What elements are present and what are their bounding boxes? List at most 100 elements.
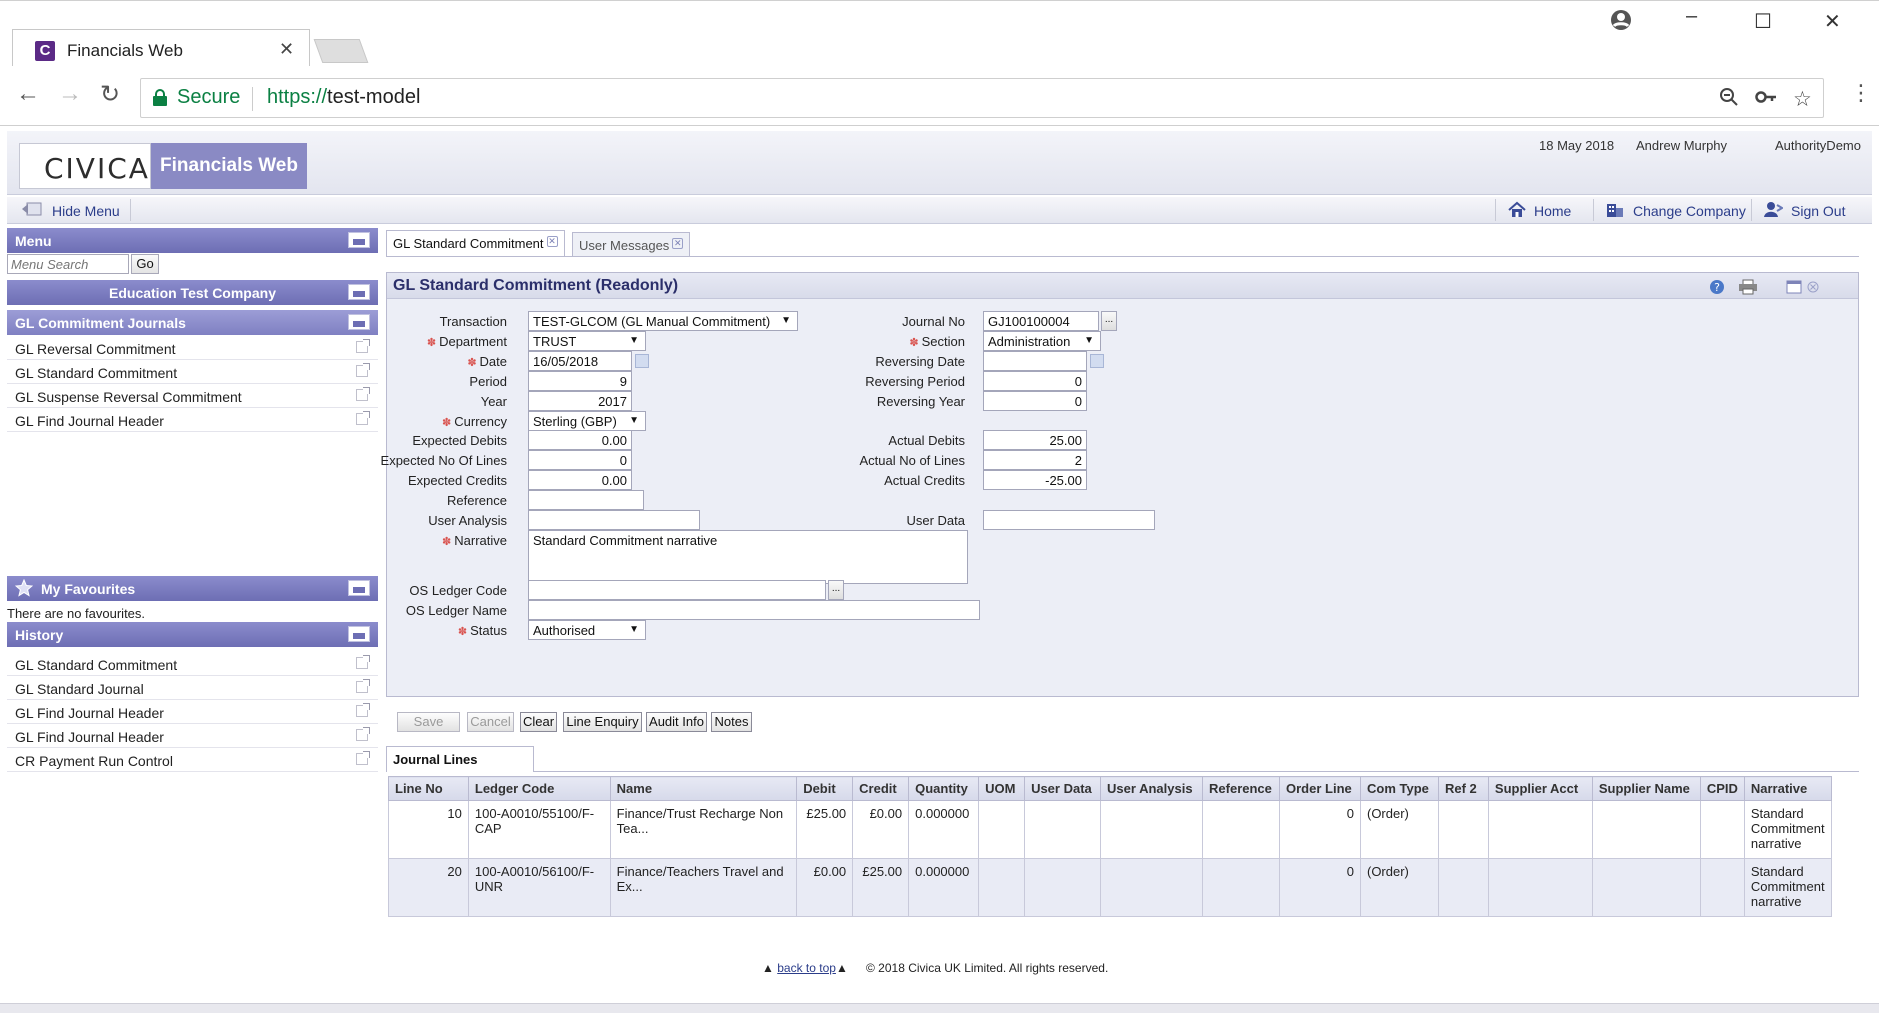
sign-out-link[interactable]: Sign Out	[1791, 203, 1845, 219]
menu-search-input[interactable]	[7, 254, 129, 274]
expected-lines-field[interactable]: 0	[528, 450, 632, 470]
open-new-window-icon[interactable]	[356, 387, 370, 401]
date-field[interactable]: 16/05/2018	[528, 351, 632, 371]
history-toggle-icon[interactable]	[348, 626, 370, 642]
sidebar-item-gl-find-journal-header[interactable]: GL Find Journal Header	[7, 408, 378, 432]
sidebar-item-gl-suspense-reversal-commitment[interactable]: GL Suspense Reversal Commitment	[7, 384, 378, 408]
col-user-data[interactable]: User Data	[1024, 776, 1102, 801]
open-new-window-icon[interactable]	[356, 727, 370, 741]
home-link[interactable]: Home	[1534, 203, 1571, 219]
open-new-window-icon[interactable]	[356, 363, 370, 377]
group-toggle-icon[interactable]	[348, 314, 370, 330]
bookmark-star-icon[interactable]: ☆	[1793, 87, 1812, 112]
col-ref-2[interactable]: Ref 2	[1437, 776, 1489, 801]
col-narrative[interactable]: Narrative	[1743, 776, 1833, 801]
minimize-window-icon[interactable]: –	[1686, 5, 1697, 28]
profile-icon[interactable]	[1610, 9, 1632, 37]
sidebar-item-gl-standard-commitment[interactable]: GL Standard Commitment	[7, 360, 378, 384]
col-ledger-code[interactable]: Ledger Code	[467, 776, 611, 801]
help-icon[interactable]: ?	[1709, 279, 1725, 295]
favourites-toggle-icon[interactable]	[348, 580, 370, 596]
notes-button[interactable]: Notes	[711, 712, 752, 732]
menu-minimize-icon[interactable]	[348, 232, 370, 248]
reference-field[interactable]	[528, 490, 644, 510]
os-ledger-code-field[interactable]	[528, 580, 826, 600]
company-toggle-icon[interactable]	[348, 284, 370, 300]
change-company-link[interactable]: Change Company	[1633, 203, 1746, 219]
close-window-icon[interactable]: ✕	[1824, 9, 1841, 34]
col-name[interactable]: Name	[609, 776, 798, 801]
col-com-type[interactable]: Com Type	[1359, 776, 1439, 801]
transaction-select[interactable]: TEST-GLCOM (GL Manual Commitment)	[528, 311, 798, 331]
open-new-window-icon[interactable]	[356, 679, 370, 693]
maximize-window-icon[interactable]: ☐	[1754, 9, 1772, 34]
table-row[interactable]: 10 100-A0010/55100/F-CAP Finance/Trust R…	[388, 800, 1833, 859]
reload-icon[interactable]: ↻	[100, 80, 120, 109]
col-reference[interactable]: Reference	[1202, 776, 1280, 801]
company-header[interactable]: Education Test Company	[7, 280, 378, 305]
close-tab-icon[interactable]: ✕	[279, 39, 294, 60]
open-new-window-icon[interactable]	[356, 751, 370, 765]
open-new-window-icon[interactable]	[356, 339, 370, 353]
col-supplier-name[interactable]: Supplier Name	[1591, 776, 1701, 801]
user-analysis-field[interactable]	[528, 510, 700, 530]
table-row[interactable]: 20 100-A0010/56100/F-UNR Finance/Teacher…	[388, 858, 1833, 917]
tab-user-messages[interactable]: User Messages ✕	[572, 232, 691, 256]
tab-journal-lines[interactable]: Journal Lines	[386, 746, 534, 772]
address-bar[interactable]: Secure https://test-model ☆	[140, 78, 1824, 118]
history-item-gl-standard-journal[interactable]: GL Standard Journal	[7, 676, 378, 700]
narrative-textarea[interactable]: Standard Commitment narrative	[528, 530, 968, 584]
sidebar-item-gl-reversal-commitment[interactable]: GL Reversal Commitment	[7, 336, 378, 360]
open-new-window-icon[interactable]	[356, 655, 370, 669]
url-text[interactable]: https://test-model	[267, 86, 420, 109]
favourites-header[interactable]: My Favourites	[7, 576, 378, 601]
browser-tab[interactable]: C Financials Web ✕	[12, 29, 310, 69]
calendar-icon[interactable]	[635, 354, 649, 368]
col-user-analysis[interactable]: User Analysis	[1100, 776, 1204, 801]
year-field[interactable]: 2017	[528, 391, 632, 411]
col-cpid[interactable]: CPID	[1699, 776, 1745, 801]
gl-commitment-journals-header[interactable]: GL Commitment Journals	[7, 310, 378, 335]
user-data-field[interactable]	[983, 510, 1155, 530]
print-icon[interactable]	[1738, 279, 1758, 295]
col-credit[interactable]: Credit	[852, 776, 910, 801]
save-button[interactable]: Save	[397, 712, 460, 732]
calendar-icon[interactable]	[1090, 354, 1104, 368]
expected-debits-field[interactable]: 0.00	[528, 430, 632, 450]
actual-credits-field[interactable]: -25.00	[983, 470, 1087, 490]
cancel-button[interactable]: Cancel	[467, 712, 514, 732]
col-quantity[interactable]: Quantity	[908, 776, 980, 801]
clear-button[interactable]: Clear	[520, 712, 557, 732]
col-debit[interactable]: Debit	[796, 776, 854, 801]
os-ledger-name-field[interactable]	[528, 600, 980, 620]
hide-menu-icon[interactable]	[21, 201, 42, 217]
open-new-window-icon[interactable]	[356, 703, 370, 717]
change-company-icon[interactable]	[1605, 201, 1623, 217]
journal-lookup-button[interactable]: ...	[1101, 311, 1117, 331]
audit-info-button[interactable]: Audit Info	[646, 712, 707, 732]
forward-arrow-icon[interactable]: →	[58, 80, 82, 108]
open-new-window-icon[interactable]	[356, 411, 370, 425]
section-select[interactable]: Administration	[983, 331, 1101, 351]
home-icon[interactable]	[1507, 201, 1526, 217]
panel-window-icons[interactable]	[1786, 279, 1820, 295]
history-item-gl-standard-commitment[interactable]: GL Standard Commitment	[7, 652, 378, 676]
history-item-gl-find-journal-header-2[interactable]: GL Find Journal Header	[7, 724, 378, 748]
hide-menu-link[interactable]: Hide Menu	[52, 203, 120, 219]
key-icon[interactable]	[1755, 87, 1777, 113]
close-tab-icon[interactable]: ✕	[546, 236, 558, 247]
back-to-top-link[interactable]: ▲ back to top▲	[762, 961, 848, 975]
new-tab-button[interactable]	[313, 39, 369, 63]
journal-no-field[interactable]: GJ100100004	[983, 311, 1099, 331]
history-item-cr-payment-run-control[interactable]: CR Payment Run Control	[7, 748, 378, 772]
line-enquiry-button[interactable]: Line Enquiry	[563, 712, 642, 732]
expected-credits-field[interactable]: 0.00	[528, 470, 632, 490]
os-ledger-lookup-button[interactable]: ...	[828, 580, 844, 600]
tab-gl-standard-commitment[interactable]: GL Standard Commitment ✕	[386, 230, 565, 256]
browser-menu-icon[interactable]: ⋮	[1850, 80, 1872, 106]
history-header[interactable]: History	[7, 622, 378, 647]
col-supplier-acct[interactable]: Supplier Acct	[1487, 776, 1593, 801]
back-arrow-icon[interactable]: ←	[16, 80, 40, 108]
reversing-year-field[interactable]: 0	[983, 391, 1087, 411]
close-tab-icon[interactable]: ✕	[672, 238, 684, 249]
